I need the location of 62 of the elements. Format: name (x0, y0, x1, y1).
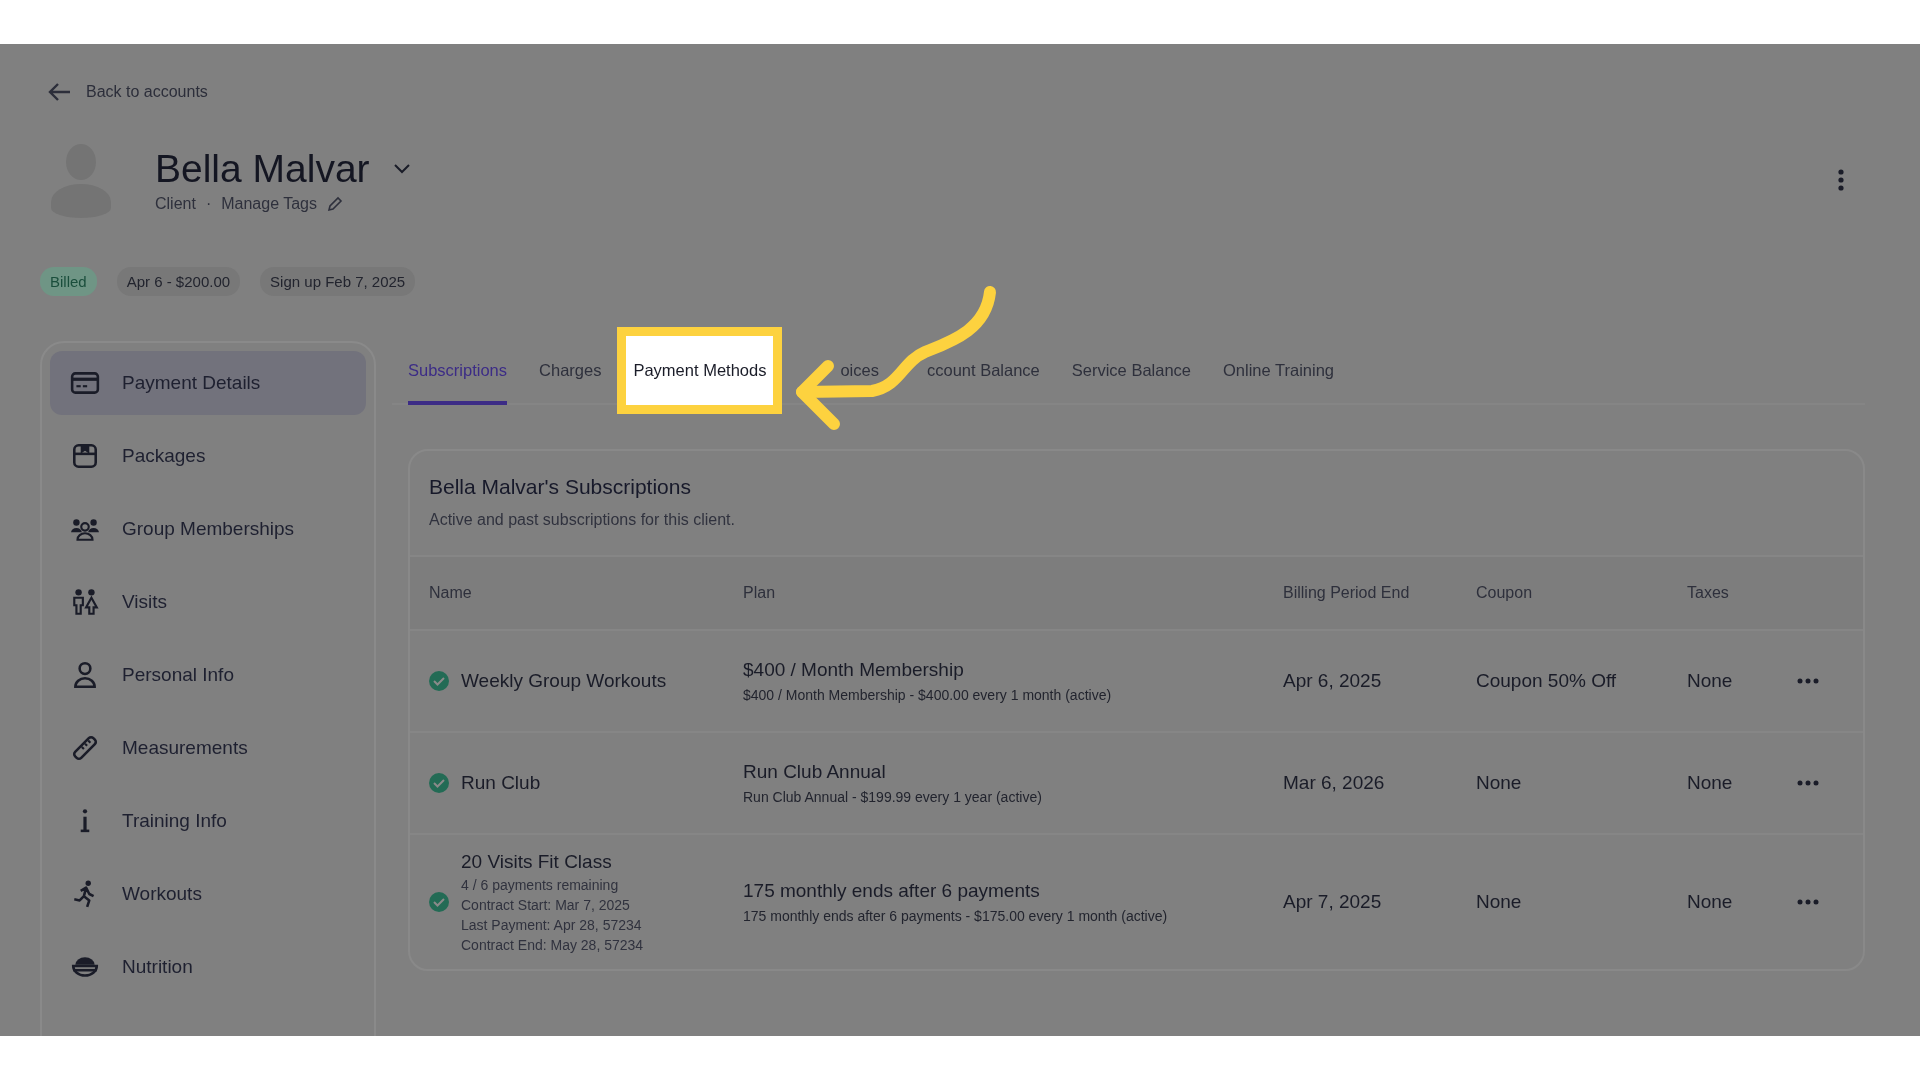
manage-tags-link[interactable]: Manage Tags (221, 195, 317, 213)
tab[interactable]: oices (782, 327, 895, 414)
more-options-icon[interactable] (1797, 899, 1819, 905)
plan-detail: 175 monthly ends after 6 payments - $175.00 every 1 month (active) (743, 908, 1169, 924)
chevron-down-icon[interactable] (393, 164, 410, 174)
sidebar-item[interactable]: Group Memberships (50, 497, 366, 561)
subscription-detail: 4 / 6 payments remaining (461, 877, 620, 893)
back-arrow-icon[interactable] (48, 82, 72, 102)
sidebar-item[interactable]: Measurements (50, 716, 366, 780)
subscription-name: 20 Visits Fit Class (461, 851, 613, 873)
pencil-icon[interactable] (327, 196, 343, 212)
two-people-icon (70, 587, 100, 617)
column-header: Billing Period End (1283, 584, 1411, 602)
sidebar-item[interactable]: Personal Info (50, 643, 366, 707)
subscription-detail: Contract Start: Mar 7, 2025 (461, 897, 631, 913)
table-cell-text: Mar 6, 2026 (1283, 772, 1386, 794)
sidebar-item[interactable]: Nutrition (50, 935, 366, 999)
table-cell-text: None (1476, 772, 1523, 794)
ruler-icon (70, 733, 100, 763)
info-chip: Sign up Feb 7, 2025 (260, 267, 416, 296)
table-cell-text: Apr 7, 2025 (1283, 891, 1383, 913)
status-badge: Billed (40, 267, 97, 296)
tab[interactable]: ccount Balance (894, 327, 1056, 414)
sidebar-item[interactable]: Packages (50, 424, 366, 488)
sidebar-item[interactable]: Training Info (50, 789, 366, 853)
tab[interactable]: Payment Methods (617, 327, 783, 414)
client-name: Bella Malvar (155, 147, 370, 191)
plan-name: $400 / Month Membership (743, 659, 965, 681)
more-menu-icon[interactable] (1838, 169, 1844, 191)
subscription-name: Run Club (461, 772, 541, 794)
back-link[interactable]: Back to accounts (86, 83, 208, 101)
column-header: Name (429, 584, 473, 602)
table-cell-text: None (1687, 670, 1734, 692)
table-cell-text: None (1476, 891, 1523, 913)
plan-name: 175 monthly ends after 6 payments (743, 880, 1041, 902)
sidebar-item[interactable]: Workouts (50, 862, 366, 926)
column-header: Plan (743, 584, 777, 602)
table-cell-text: Coupon 50% Off (1476, 670, 1618, 692)
tab[interactable]: Online Training (1207, 327, 1350, 414)
table-cell-text: Apr 6, 2025 (1283, 670, 1383, 692)
client-role: Client (155, 195, 196, 213)
table-cell-text: None (1687, 891, 1734, 913)
more-options-icon[interactable] (1797, 678, 1819, 684)
card-title: Bella Malvar's Subscriptions (429, 475, 692, 499)
plan-detail: Run Club Annual - $199.99 every 1 year (active) (743, 789, 1043, 805)
plan-detail: $400 / Month Membership - $400.00 every 1 month (active) (743, 687, 1113, 703)
column-header: Coupon (1476, 584, 1534, 602)
more-options-icon[interactable] (1797, 780, 1819, 786)
separator-dot: · (205, 195, 212, 213)
column-header: Taxes (1687, 584, 1730, 602)
subscription-detail: Last Payment: Apr 28, 57234 (461, 917, 643, 933)
table-cell-text: None (1687, 772, 1734, 794)
info-chip: Apr 6 - $200.00 (116, 267, 241, 296)
tab[interactable]: Service Balance (1055, 327, 1207, 414)
card-subtitle: Active and past subscriptions for this client. (429, 511, 736, 529)
plan-name: Run Club Annual (743, 761, 887, 783)
package-icon (70, 441, 100, 471)
subscription-detail: Contract End: May 28, 57234 (461, 937, 644, 953)
sidebar-item[interactable]: Payment Details (50, 351, 366, 415)
subscription-name: Weekly Group Workouts (461, 670, 667, 692)
tab[interactable]: Charges (523, 327, 618, 414)
sidebar-item[interactable]: Visits (50, 570, 366, 634)
